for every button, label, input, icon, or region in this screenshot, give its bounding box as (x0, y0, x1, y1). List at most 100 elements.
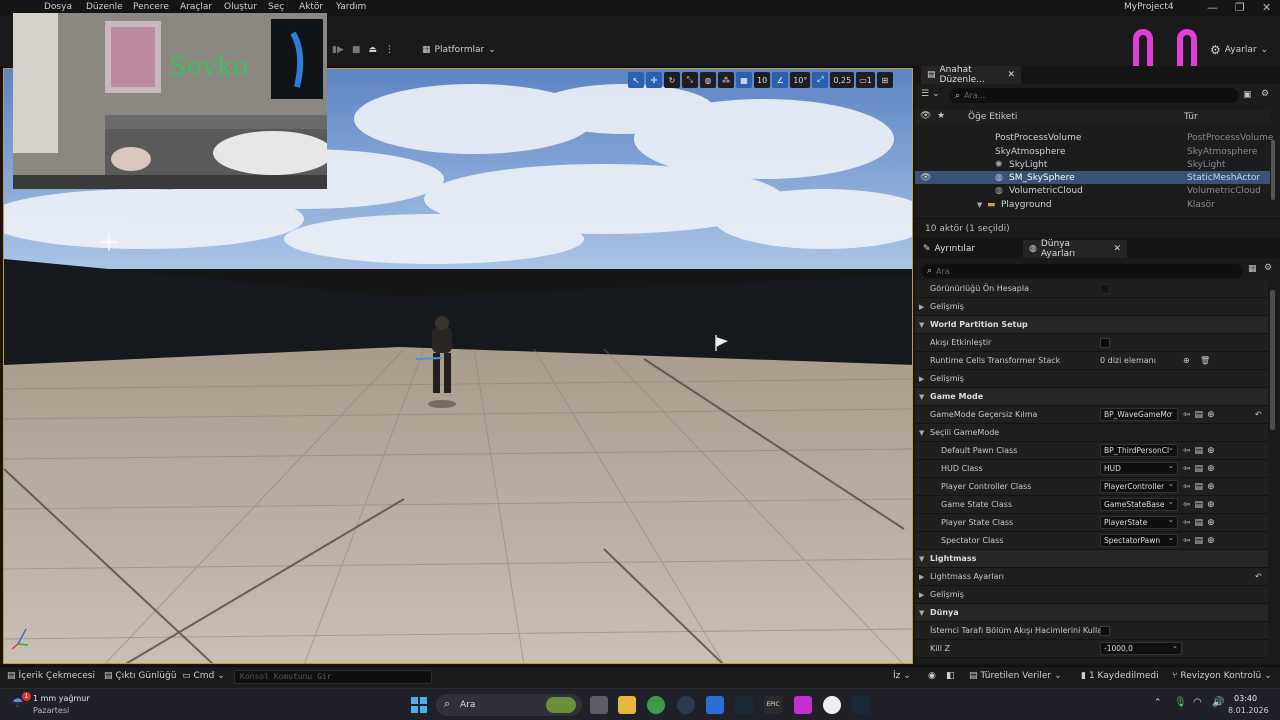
browse-icon[interactable]: ▤ (1195, 446, 1204, 456)
visibility-icon[interactable]: 👁 (920, 111, 931, 121)
translate-icon[interactable]: ✛ (646, 72, 662, 88)
clock-date[interactable]: 8.01.2026 (1228, 706, 1269, 715)
minimize-icon[interactable]: — (1207, 1, 1218, 14)
platforms-button[interactable]: ▦ Platformlar ⌄ (422, 41, 496, 59)
volume-icon[interactable]: 🔊 (1212, 697, 1224, 708)
angle-snap-value[interactable]: 10° (790, 72, 811, 88)
browse-icon[interactable]: ▤ (1195, 482, 1204, 492)
list-item[interactable]: ✺ SkyLight SkyLight (915, 158, 1270, 171)
list-item[interactable]: SkyAtmosphere SkyAtmosphere (915, 145, 1270, 158)
details-search-input[interactable]: ⌕ Ara (921, 264, 1243, 278)
skip-icon[interactable]: ▮▶ (332, 45, 344, 55)
unreal-engine-icon[interactable] (823, 696, 841, 714)
file-explorer-icon[interactable] (618, 696, 636, 714)
kill-z-input[interactable]: -1000,0 (1100, 642, 1182, 655)
scale-snap-value[interactable]: 0,25 (830, 72, 855, 88)
trace-button[interactable]: İz ⌄ (893, 671, 911, 681)
maximize-icon[interactable]: ❐ (1235, 1, 1245, 14)
browse-icon[interactable]: ▤ (1195, 536, 1204, 546)
content-drawer-button[interactable]: ▤ İçerik Çekmecesi (7, 671, 95, 681)
prop-advanced-3[interactable]: ▶ Gelişmiş (915, 586, 1268, 604)
visibility-icon[interactable]: 👁 (920, 173, 931, 183)
list-item[interactable]: ▼ ▬ Playground Klasör (915, 198, 1270, 211)
list-item[interactable]: ◍ VolumetricCloud VolumetricCloud (915, 184, 1270, 197)
camera-speed-button[interactable]: ▭ 1 (856, 72, 875, 88)
cmd-button[interactable]: ▭ Cmd ⌄ (182, 671, 225, 681)
unsaved-button[interactable]: ▮ 1 Kaydedilmedi (1081, 671, 1159, 681)
game-state-select[interactable]: GameStateBase (1100, 498, 1178, 511)
windows-start-icon[interactable] (410, 696, 428, 714)
stop-icon[interactable]: ■ (352, 45, 361, 55)
mic-icon[interactable]: 🎙 (1174, 697, 1187, 708)
menu-actor[interactable]: Aktör (299, 2, 323, 12)
use-asset-icon[interactable]: ⇦ (1183, 500, 1191, 510)
enable-streaming-checkbox[interactable] (1100, 337, 1110, 348)
screenshot-icon[interactable]: ◧ (946, 671, 955, 681)
use-asset-icon[interactable]: ⇦ (1183, 482, 1191, 492)
select-mode-icon[interactable]: ↖ (628, 72, 644, 88)
world-space-icon[interactable]: ◍ (700, 72, 716, 88)
use-asset-icon[interactable]: ⇦ (1183, 536, 1191, 546)
expand-arrow-icon[interactable]: ▼ (977, 201, 982, 209)
trash-icon[interactable]: 🗑 (1200, 356, 1210, 365)
close-icon[interactable]: ✕ (1007, 70, 1015, 80)
taskbar-search[interactable]: ⌕ Ara (436, 694, 582, 716)
use-asset-icon[interactable]: ⇦ (1183, 518, 1191, 528)
reset-icon[interactable]: ↶ (1255, 572, 1262, 581)
eject-icon[interactable]: ⏏ (368, 45, 377, 55)
use-asset-icon[interactable]: ⇦ (1183, 410, 1191, 420)
derived-data-button[interactable]: ▤ Türetilen Veriler ⌄ (969, 671, 1062, 681)
list-item-selected[interactable]: 👁 ◍ SM_SkySphere StaticMeshActor (915, 171, 1270, 184)
prop-lightmass-settings[interactable]: ▶ Lightmass Ayarları ↶ (915, 568, 1268, 586)
menu-edit[interactable]: Düzenle (86, 2, 123, 12)
section-selected-gamemode[interactable]: ▼ Seçili GameMode (915, 424, 1268, 442)
add-icon[interactable]: ⊕ (1207, 482, 1215, 492)
wifi-icon[interactable]: ◠ (1193, 697, 1202, 708)
clock-time[interactable]: 03:40 (1234, 694, 1257, 703)
list-item[interactable]: PostProcessVolume PostProcessVolume (915, 131, 1273, 144)
col-item-label[interactable]: Öğe Etiketi (968, 112, 1017, 122)
rotate-icon[interactable]: ↻ (664, 72, 680, 88)
weather-widget[interactable]: ☂ 1 (12, 692, 31, 711)
tab-details[interactable]: ✎ Ayrıntılar (919, 240, 979, 258)
section-lightmass[interactable]: ▼ Lightmass (915, 550, 1268, 568)
add-icon[interactable]: ⊕ (1207, 518, 1215, 528)
client-streaming-checkbox[interactable] (1100, 625, 1110, 636)
steam-icon[interactable] (735, 696, 753, 714)
app-icon[interactable] (706, 696, 724, 714)
tab-outliner[interactable]: ▤ Anahat Düzenle... ✕ (921, 65, 1021, 85)
angle-snap-button[interactable]: ∠ (772, 72, 789, 88)
menu-create[interactable]: Oluştur (224, 2, 257, 12)
scale-icon[interactable]: ⤡ (682, 72, 698, 88)
grid-snap-value[interactable]: 10 (754, 72, 771, 88)
outliner-scrollbar[interactable] (1271, 140, 1275, 200)
maximize-viewport-icon[interactable]: ⊞ (876, 72, 893, 88)
revision-control-button[interactable]: ⑂ Revizyon Kontrolü ⌄ (1172, 671, 1272, 681)
browse-icon[interactable]: ▤ (1195, 518, 1204, 528)
menu-window[interactable]: Pencere (133, 2, 169, 12)
section-game-mode[interactable]: ▼ Game Mode (915, 388, 1268, 406)
add-icon[interactable]: ⊕ (1207, 536, 1215, 546)
filter-button[interactable]: ☰ ⌄ (921, 89, 940, 99)
chevron-up-icon[interactable]: ⌃ (1154, 698, 1162, 708)
use-asset-icon[interactable]: ⇦ (1183, 464, 1191, 474)
player-state-select[interactable]: PlayerState (1100, 516, 1178, 529)
spectator-select[interactable]: SpectatorPawn (1100, 534, 1178, 547)
menu-select[interactable]: Seç (268, 2, 284, 12)
close-window-icon[interactable]: ✕ (1262, 1, 1271, 14)
col-type[interactable]: Tür (1184, 112, 1198, 122)
section-world[interactable]: ▼ Dünya (915, 604, 1268, 622)
steam-icon-2[interactable] (852, 696, 870, 714)
gear-icon[interactable]: ⚙ (1261, 89, 1269, 99)
add-icon[interactable]: ⊕ (1183, 356, 1190, 365)
scale-snap-button[interactable]: ⤢ (812, 72, 829, 88)
add-icon[interactable]: ⊕ (1207, 464, 1215, 474)
github-desktop-icon[interactable] (677, 696, 695, 714)
browse-icon[interactable]: ▤ (1195, 410, 1204, 420)
hud-class-select[interactable]: HUD (1100, 462, 1178, 475)
add-icon[interactable]: ⊕ (1207, 446, 1215, 456)
console-input[interactable]: Konsol Komutunu Gir (234, 670, 432, 684)
pin-icon[interactable]: ★ (937, 111, 945, 121)
browse-icon[interactable]: ▤ (1195, 464, 1204, 474)
output-log-button[interactable]: ▤ Çıktı Günlüğü (104, 671, 176, 681)
